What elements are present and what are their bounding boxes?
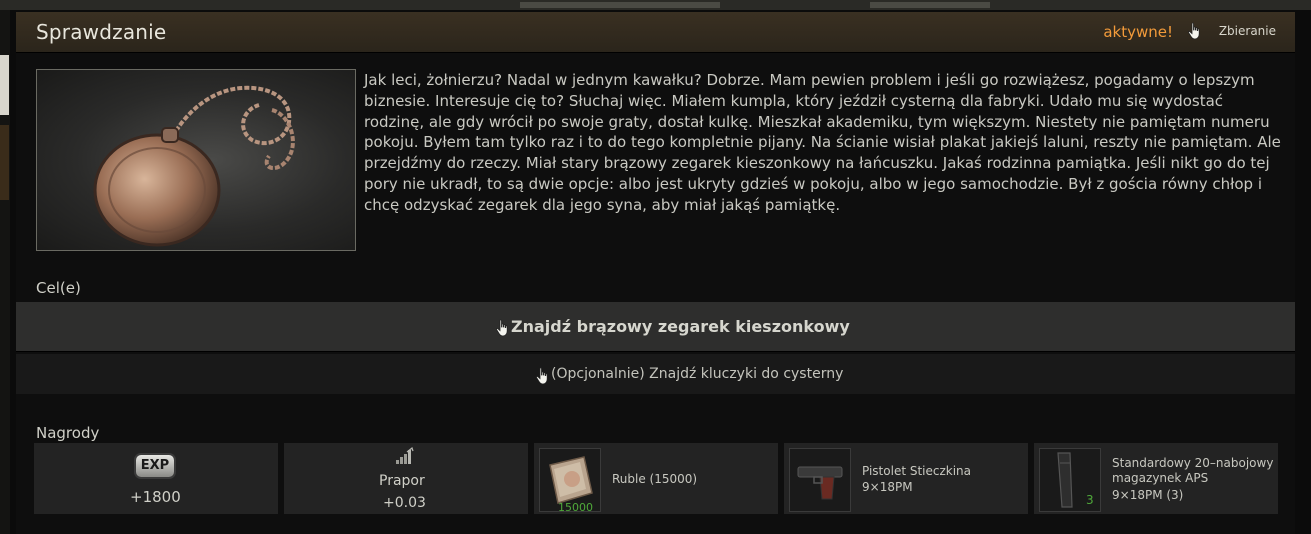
left-rail: [0, 10, 10, 534]
item-count: 15000: [558, 501, 593, 514]
hand-cursor-icon: [1188, 22, 1200, 40]
rewards-heading: Nagrody: [36, 424, 100, 442]
reward-item-rubles[interactable]: 15000 Ruble (15000): [534, 443, 778, 514]
reward-trader-name: Prapor: [379, 473, 425, 489]
reward-item-magazine[interactable]: 3 Standardowy 20–nabojowy magazynek APS …: [1034, 443, 1278, 514]
reward-reputation: Prapor +0.03: [284, 443, 528, 514]
reward-rep-value: +0.03: [383, 495, 426, 511]
quest-status: aktywne!: [1103, 23, 1173, 41]
item-name: Standardowy 20–nabojowy magazynek APS: [1112, 456, 1274, 485]
hand-cursor-icon: [536, 367, 548, 385]
top-strip: [0, 0, 1311, 10]
top-strip-segment: [870, 2, 990, 8]
item-name: Ruble (15000): [612, 472, 698, 486]
item-ammo: 9×18PM (3): [1112, 488, 1184, 502]
objective-row[interactable]: Znajdź brązowy zegarek kieszonkowy: [16, 302, 1295, 352]
objective-label: Znajdź brązowy zegarek kieszonkowy: [511, 317, 850, 336]
left-tab[interactable]: [0, 125, 9, 200]
item-count: 3: [1086, 493, 1094, 507]
quest-header: Sprawdzanie aktywne! Zbieranie: [16, 12, 1295, 53]
quest-mode-label: Zbieranie: [1218, 24, 1276, 38]
objectives-heading: Cel(e): [36, 279, 81, 297]
quest-description: Jak leci, żołnierzu? Nadal w jednym kawa…: [364, 71, 1281, 214]
reward-exp-value: +1800: [130, 488, 181, 506]
item-name: Pistolet Stieczkina: [862, 464, 972, 478]
left-tab-active[interactable]: [0, 55, 9, 115]
reward-item-pistol[interactable]: Pistolet Stieczkina 9×18PM: [784, 443, 1028, 514]
pocket-watch-icon: [93, 85, 295, 247]
item-ammo: 9×18PM: [862, 480, 913, 494]
rep-bars-icon: [396, 447, 414, 464]
exp-icon: EXP: [136, 455, 174, 477]
quest-title: Sprawdzanie: [36, 20, 167, 44]
objective-label: (Opcjonalnie) Znajdź kluczyki do cystern…: [551, 366, 844, 382]
reward-exp: EXP +1800: [34, 443, 278, 514]
objective-row-optional[interactable]: (Opcjonalnie) Znajdź kluczyki do cystern…: [16, 354, 1295, 394]
hand-cursor-icon: [496, 319, 508, 337]
item-thumb: [789, 448, 851, 512]
top-strip-segment: [520, 2, 720, 8]
quest-image: [36, 69, 356, 251]
pistol-icon: [797, 466, 843, 500]
